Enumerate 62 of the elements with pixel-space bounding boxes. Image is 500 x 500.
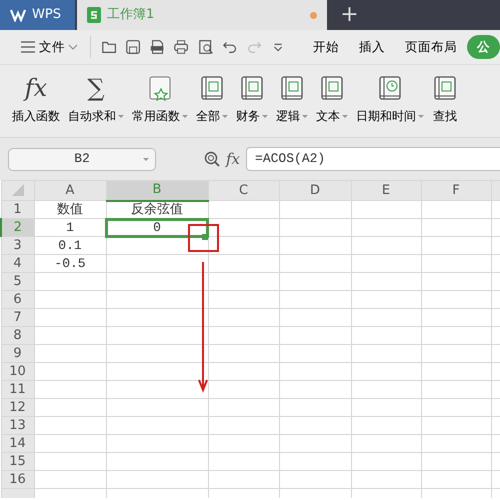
caret-icon	[143, 158, 149, 160]
table-cell[interactable]: 0	[106, 218, 208, 236]
ribbon-button[interactable]: fx 插入函数	[8, 73, 64, 125]
highlight-box	[188, 224, 219, 252]
logo-icon	[10, 8, 26, 22]
book-icon	[279, 74, 305, 102]
select-all-icon	[10, 182, 26, 198]
table-cell[interactable]: -0.5	[34, 254, 106, 272]
ribbon-button[interactable]: 查找	[428, 73, 462, 125]
name-box[interactable]: B2	[8, 148, 156, 170]
pdf-icon[interactable]	[149, 38, 166, 56]
print-icon[interactable]	[173, 38, 190, 56]
ribbon-tab[interactable]: 公	[467, 34, 500, 60]
home-tab[interactable]: WPS	[0, 0, 75, 30]
ribbon-tab[interactable]: 插入	[349, 34, 395, 60]
row-header[interactable]: 14	[1, 434, 34, 452]
ribbon-button[interactable]: ∑ 自动求和	[64, 73, 128, 125]
row-header[interactable]: 16	[1, 470, 34, 488]
ribbon-button[interactable]: 全部	[192, 73, 232, 125]
row-header[interactable]: 10	[1, 362, 34, 380]
row-header[interactable]: 5	[1, 272, 34, 290]
zoom-icon[interactable]	[204, 151, 220, 167]
row-header[interactable]: 1	[1, 200, 34, 218]
ribbon-button[interactable]: 常用函数	[128, 73, 192, 125]
clock-book-icon	[377, 74, 403, 102]
book-icon	[319, 74, 345, 102]
new-tab-button[interactable]: +	[327, 0, 372, 30]
row-header[interactable]: 4	[1, 254, 34, 272]
table-cell[interactable]: 0.1	[34, 236, 106, 254]
function-label[interactable]: fx	[226, 148, 240, 170]
column-header[interactable]: F	[421, 180, 491, 200]
row-header[interactable]: 8	[1, 326, 34, 344]
ribbon-tab[interactable]: 开始	[303, 34, 349, 60]
row-header[interactable]: 15	[1, 452, 34, 470]
fill-handle[interactable]	[202, 234, 208, 240]
spreadsheet-icon	[87, 7, 101, 23]
book-icon	[432, 74, 458, 102]
column-header[interactable]: C	[208, 180, 279, 200]
row-header[interactable]: 11	[1, 380, 34, 398]
column-header[interactable]: A	[34, 180, 106, 200]
row-header[interactable]: 6	[1, 290, 34, 308]
book-icon	[239, 74, 265, 102]
preview-icon[interactable]	[198, 38, 214, 56]
book-icon	[199, 74, 225, 102]
row-header[interactable]: 9	[1, 344, 34, 362]
ribbon-button[interactable]: 逻辑	[272, 73, 312, 125]
table-cell[interactable]: 数值	[34, 200, 106, 218]
ribbon-button[interactable]: 文本	[312, 73, 352, 125]
row-header[interactable]: 3	[1, 236, 34, 254]
formula-field[interactable]: =ACOS(A2)	[246, 147, 500, 171]
ribbon-tab[interactable]: 页面布局	[395, 34, 467, 60]
column-header[interactable]: E	[351, 180, 421, 200]
row-header[interactable]: 12	[1, 398, 34, 416]
menu-icon	[20, 39, 36, 55]
file-menu[interactable]: 文件	[14, 36, 84, 58]
column-header[interactable]: D	[279, 180, 351, 200]
ribbon-button[interactable]: 财务	[232, 73, 272, 125]
ribbon-button[interactable]: 日期和时间	[352, 73, 428, 125]
row-header[interactable]: 13	[1, 416, 34, 434]
caret-icon	[68, 43, 78, 51]
row-header[interactable]: 7	[1, 308, 34, 326]
save-icon[interactable]	[125, 38, 142, 56]
